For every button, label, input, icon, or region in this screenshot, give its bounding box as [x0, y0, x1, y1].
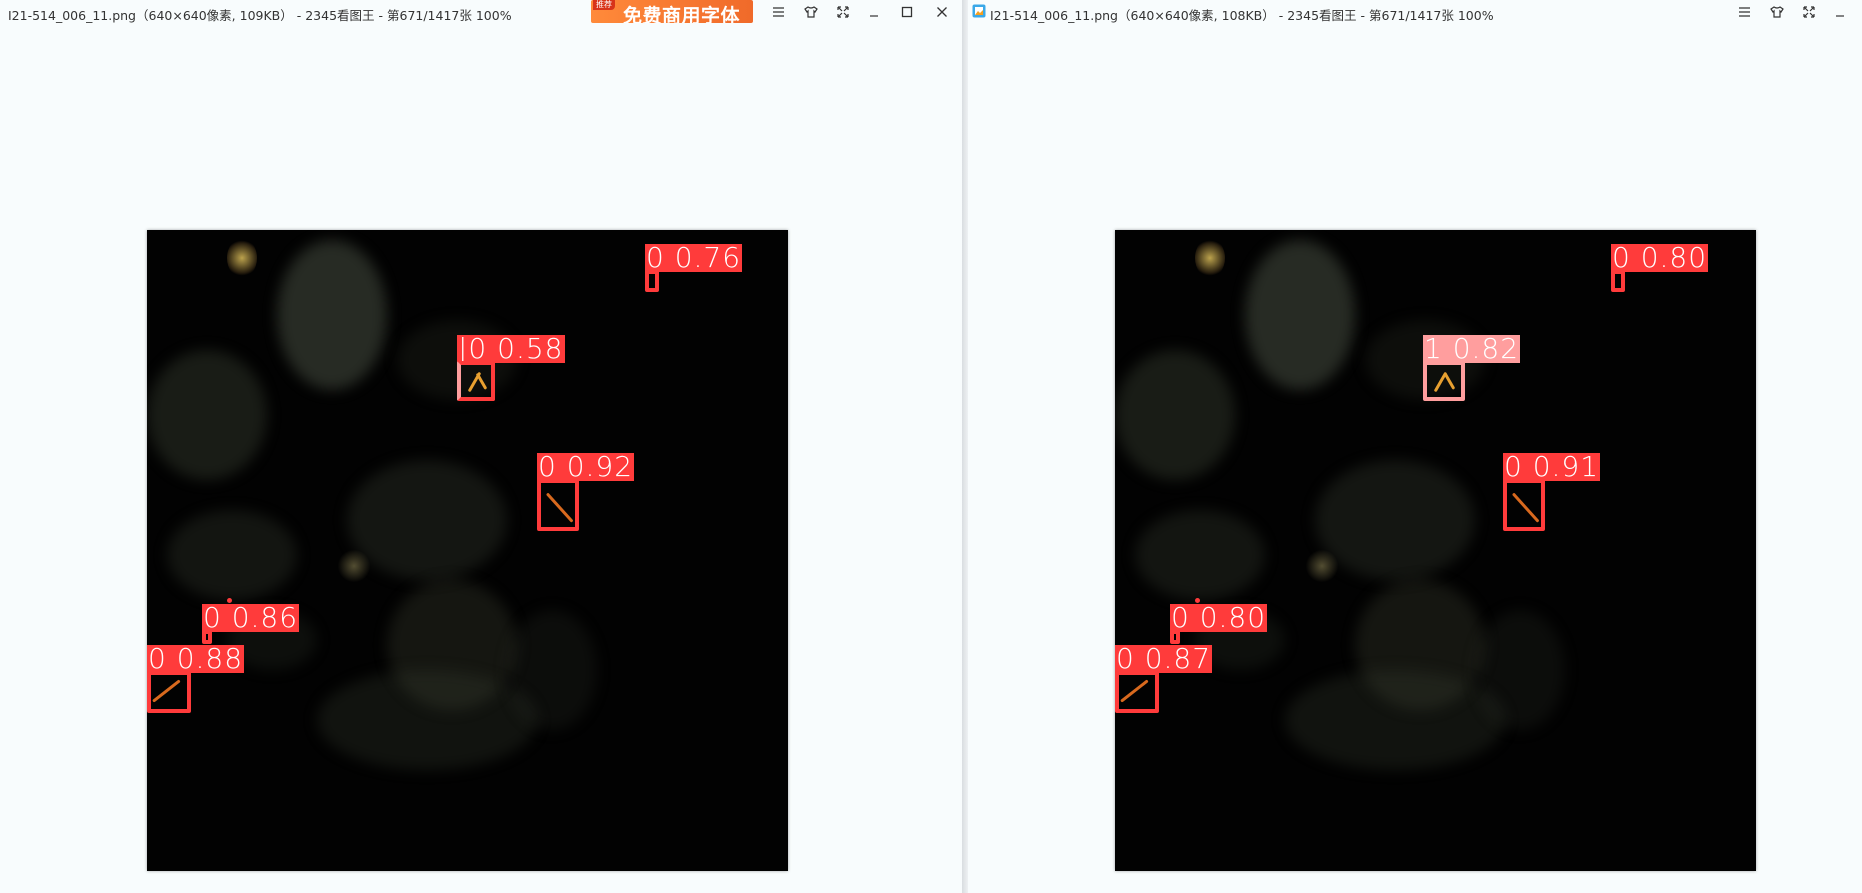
viewer-window-right: I21-514_006_11.png（640×640像素, 108KB） - 2…: [968, 0, 1862, 893]
window-title-left: I21-514_006_11.png（640×640像素, 109KB） - 2…: [8, 8, 512, 23]
detection-label: 1 0.82: [1423, 332, 1521, 365]
titlebar-left[interactable]: I21-514_006_11.png（640×640像素, 109KB） - 2…: [0, 0, 962, 24]
cell-blob: [1285, 670, 1505, 770]
bright-spot: [227, 238, 257, 278]
detection-box: [1423, 361, 1465, 401]
cell-blob: [1135, 510, 1265, 600]
maximize-icon[interactable]: [895, 2, 919, 22]
image-canvas-left[interactable]: 0 0.76 |0 0.58 0 0.92 0 0.86 0 0.88: [147, 230, 788, 871]
cell-blob: [167, 510, 297, 600]
cell-blob: [317, 670, 537, 770]
ad-text: 免费商用字体: [623, 5, 741, 23]
minimize-icon[interactable]: [1828, 2, 1852, 22]
window-title-right: I21-514_006_11.png（640×640像素, 108KB） - 2…: [990, 8, 1494, 23]
detection-label: 0 0.80: [1611, 241, 1709, 274]
cell-blob: [507, 610, 597, 730]
image-canvas-right[interactable]: 0 0.80 1 0.82 0 0.91 0 0.80 0 0.87: [1115, 230, 1756, 871]
minimize-icon[interactable]: [862, 2, 886, 22]
cell-blob: [277, 240, 387, 390]
bright-spot: [337, 550, 371, 582]
detection-box: [1611, 270, 1625, 292]
cell-blob: [1245, 240, 1355, 390]
cell-blob: [147, 350, 267, 480]
cell-blob: [1475, 610, 1565, 730]
cell-blob: [1315, 460, 1475, 580]
detection-label: 0 0.80: [1170, 601, 1268, 634]
bright-spot: [1305, 550, 1339, 582]
detection-label: 0 0.76: [645, 241, 743, 274]
titlebar-right[interactable]: I21-514_006_11.png（640×640像素, 108KB） - 2…: [968, 0, 1862, 24]
skin-icon[interactable]: [799, 2, 823, 22]
detection-label: 0 0.91: [1503, 450, 1601, 483]
ad-banner[interactable]: 推荐 免费商用字体: [591, 0, 753, 23]
app-icon: [972, 4, 986, 18]
detection-box: [147, 671, 191, 713]
cell-blob: [1115, 350, 1235, 480]
skin-icon[interactable]: [1765, 2, 1789, 22]
bright-spot: [1195, 238, 1225, 278]
detection-label: |0 0.58: [457, 332, 565, 365]
detection-label: 0 0.88: [147, 642, 245, 675]
detection-label: 0 0.87: [1115, 642, 1213, 675]
detection-label: 0 0.86: [202, 601, 300, 634]
menu-icon[interactable]: [1732, 2, 1756, 22]
ad-tag: 推荐: [593, 0, 615, 10]
detection-box: [1115, 671, 1159, 713]
fullscreen-icon[interactable]: [1797, 2, 1821, 22]
menu-icon[interactable]: [766, 2, 790, 22]
detection-label: 0 0.92: [537, 450, 635, 483]
fullscreen-icon[interactable]: [831, 2, 855, 22]
viewer-window-left: I21-514_006_11.png（640×640像素, 109KB） - 2…: [0, 0, 962, 893]
detection-box: [645, 270, 659, 292]
close-icon[interactable]: [930, 2, 954, 22]
cell-blob: [347, 460, 507, 580]
